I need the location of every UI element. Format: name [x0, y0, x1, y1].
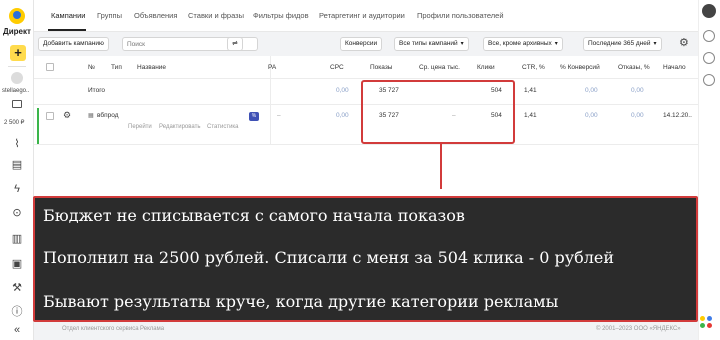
tab-groups[interactable]: Группы: [97, 11, 122, 20]
chevron-down-icon: ▾: [460, 41, 464, 47]
footer-copyright: © 2001–2023 ООО «ЯНДЕКС»: [596, 326, 681, 332]
top-tabs: Кампании Группы Объявления Ставки и фраз…: [34, 0, 720, 32]
select-all-checkbox[interactable]: [46, 63, 54, 71]
col-cpc[interactable]: CPC: [330, 64, 344, 71]
row-conversions: 0,00: [585, 112, 598, 119]
chat-icon[interactable]: [703, 30, 715, 42]
col-conversions[interactable]: % Конверсий: [560, 64, 600, 71]
link-go[interactable]: Перейти: [128, 124, 152, 130]
row-pa: –: [277, 112, 281, 119]
highlight-frame: [361, 80, 515, 144]
total-bounce: 0,00: [631, 87, 644, 94]
header-divider: [34, 78, 698, 79]
campaign-types-value: Все типы кампаний: [399, 40, 458, 47]
filter-settings-icon[interactable]: ⇌: [227, 37, 243, 51]
footer-ads-link[interactable]: Реклама: [140, 326, 164, 332]
col-pa[interactable]: РА: [268, 64, 276, 71]
campaigns-list-icon[interactable]: ▤: [10, 158, 24, 172]
annotation-line-1: Бюджет не списывается с самого начала по…: [43, 206, 465, 225]
bar-chart-icon[interactable]: ▥: [10, 232, 24, 246]
col-start[interactable]: Начало: [663, 64, 686, 71]
total-ctr: 1,41: [524, 87, 537, 94]
tab-feed-filters[interactable]: Фильтры фидов: [253, 11, 309, 20]
info-icon[interactable]: ⓘ: [10, 305, 24, 319]
sidebar-balance[interactable]: 2 500 ₽: [4, 119, 25, 126]
tab-bids[interactable]: Ставки и фразы: [188, 11, 244, 20]
tab-ads[interactable]: Объявления: [134, 11, 177, 20]
brand-name: Директ: [3, 27, 31, 36]
tab-retargeting[interactable]: Ретаргетинг и аудитории: [319, 11, 405, 20]
col-clicks[interactable]: Клики: [477, 64, 495, 71]
campaign-type-icon: ▦: [88, 113, 94, 119]
campaign-name[interactable]: вбпрод: [97, 112, 119, 119]
direct-logo-icon[interactable]: [9, 8, 25, 24]
archive-filter-select[interactable]: Все, кроме архивных ▾: [483, 37, 563, 51]
col-shows[interactable]: Показы: [370, 64, 392, 71]
notifications-icon[interactable]: [703, 74, 715, 86]
layers-icon[interactable]: ▣: [10, 257, 24, 271]
row-settings-gear-icon[interactable]: ⚙: [63, 110, 71, 121]
col-ctr[interactable]: CTR, %: [522, 64, 545, 71]
help-icon[interactable]: [703, 52, 715, 64]
row-start-date: 14.12.20..: [663, 112, 692, 119]
lightning-icon[interactable]: ϟ: [10, 182, 24, 196]
col-name[interactable]: Название: [137, 64, 166, 71]
row-cpc: 0,00: [336, 112, 349, 119]
row-ctr: 1,41: [524, 112, 537, 119]
table-settings-gear-icon[interactable]: ⚙: [679, 36, 689, 49]
wallet-icon[interactable]: [12, 100, 22, 108]
archive-filter-value: Все, кроме архивных: [488, 40, 552, 47]
period-value: Последние 365 дней: [588, 40, 651, 47]
col-type[interactable]: Тип: [111, 64, 122, 71]
add-campaign-button[interactable]: Добавить кампанию: [38, 37, 109, 51]
conversions-button[interactable]: Конверсии: [340, 37, 383, 51]
footer-support-link[interactable]: Отдел клиентского сервиса: [62, 326, 139, 332]
total-label: Итого: [88, 87, 106, 94]
link-stats[interactable]: Статистика: [207, 124, 239, 130]
total-conversions: 0,00: [585, 87, 598, 94]
campaign-badge: %: [249, 112, 259, 121]
check-circle-icon[interactable]: ⊙: [10, 206, 24, 220]
conversions-label: Конверсии: [345, 40, 378, 47]
add-button[interactable]: +: [10, 45, 26, 61]
profile-avatar-icon[interactable]: [702, 4, 716, 18]
row-checkbox[interactable]: [46, 112, 54, 120]
chart-icon[interactable]: ⌇: [10, 137, 24, 151]
col-avg-price[interactable]: Ср. цена тыс.: [419, 64, 460, 71]
row-bounce: 0,00: [631, 112, 644, 119]
sidebar-username[interactable]: stellaego..: [2, 88, 29, 94]
annotation-line-3: Бывают результаты круче, когда другие ка…: [43, 292, 559, 311]
chevron-down-icon: ▾: [653, 41, 657, 47]
collapse-icon[interactable]: «: [10, 323, 24, 337]
col-num[interactable]: №: [88, 64, 95, 71]
tab-campaigns[interactable]: Кампании: [51, 11, 85, 20]
wrench-icon[interactable]: ⚒: [10, 281, 24, 295]
total-cpc: 0,00: [336, 87, 349, 94]
highlight-connector: [440, 144, 442, 189]
period-select[interactable]: Последние 365 дней ▾: [583, 37, 662, 51]
tab-user-profiles[interactable]: Профили пользователей: [417, 11, 504, 20]
annotation-box: Бюджет не списывается с самого начала по…: [33, 196, 698, 322]
row-divider: [34, 144, 698, 145]
services-icon[interactable]: [700, 316, 714, 330]
user-avatar-icon[interactable]: [11, 72, 23, 84]
campaign-toolbar: Добавить кампанию ⇌ Конверсии Все типы к…: [38, 36, 696, 52]
annotation-line-2: Пополнил на 2500 рублей. Списали с меня …: [43, 248, 615, 267]
active-tab-indicator: [48, 29, 86, 31]
right-rail: [698, 0, 720, 340]
campaign-types-select[interactable]: Все типы кампаний ▾: [394, 37, 469, 51]
col-bounce[interactable]: Отказы, %: [618, 64, 650, 71]
sidebar-divider: [8, 66, 26, 67]
active-status-marker: [37, 108, 39, 144]
chevron-down-icon: ▾: [554, 41, 558, 47]
link-edit[interactable]: Редактировать: [159, 124, 200, 130]
